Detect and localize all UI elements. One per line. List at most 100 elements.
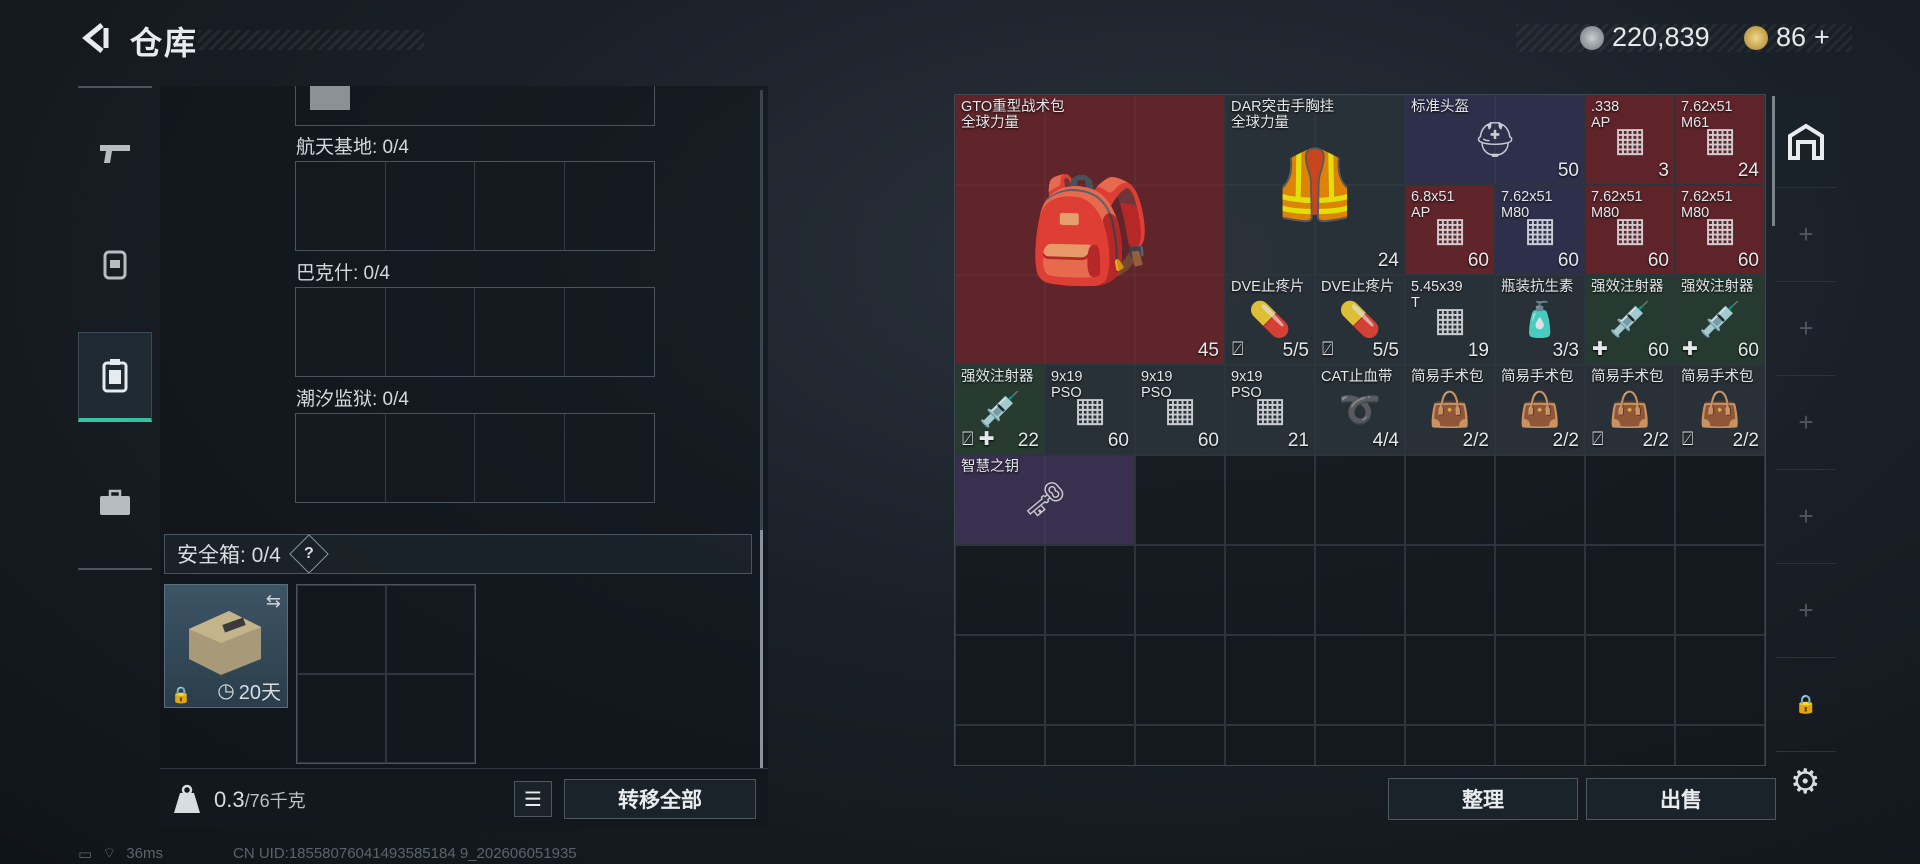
empty-slot[interactable] [1225,455,1315,545]
empty-slot[interactable] [1135,545,1225,635]
list-view-button[interactable]: ☰ [514,781,552,817]
stash-item[interactable]: 7.62x51 M61 ▦ 24 [1675,95,1765,185]
stash-page-add[interactable]: + [1776,282,1836,376]
empty-slot[interactable] [1495,455,1585,545]
empty-slot[interactable] [1585,455,1675,545]
empty-slot[interactable] [1585,545,1675,635]
stash-item[interactable]: 7.62x51 M80 ▦ 60 [1675,185,1765,275]
raid-slot-grid[interactable] [295,413,655,503]
empty-slot[interactable] [1765,635,1766,725]
empty-slot[interactable] [1495,725,1585,765]
stash-page-add[interactable]: + [1776,564,1836,658]
empty-slot[interactable] [1765,95,1766,185]
stash-page-add[interactable]: + [1776,376,1836,470]
stash-item[interactable]: CAT止血带 ➰ 4/4 [1315,365,1405,455]
stash-item[interactable]: DVE止疼片 💊 5/5 ⍁ [1315,275,1405,365]
stash-item[interactable]: 强效注射器 💉 60 ✚ [1675,275,1765,365]
stash-item[interactable]: 强效注射器 💉 22 ⍁ ✚ [955,365,1045,455]
container-icon [102,358,128,392]
lock-icon: 🔒 [171,687,191,704]
stash-page-add[interactable]: + [1776,470,1836,564]
stash-scrollbar[interactable] [1772,96,1775,226]
stash-item[interactable]: 简易手术包 👜 2/2 ⍁ [1585,365,1675,455]
empty-slot[interactable] [1315,455,1405,545]
empty-slot[interactable] [1765,725,1766,766]
sort-button[interactable]: 整理 [1388,778,1578,820]
empty-slot[interactable] [1405,545,1495,635]
empty-slot[interactable] [1765,455,1766,545]
back-arrow-icon[interactable] [78,20,114,56]
empty-slot[interactable] [1675,545,1765,635]
transfer-all-button[interactable]: 转移全部 [564,779,756,819]
empty-slot[interactable] [1225,545,1315,635]
tab-stash-container[interactable] [78,332,152,422]
stash-item[interactable]: 5.45x39 T ▦ 19 [1405,275,1495,365]
empty-slot[interactable] [1045,545,1135,635]
empty-slot[interactable] [1225,725,1315,765]
safe-box-grid[interactable] [296,584,476,764]
stash-item[interactable]: 7.62x51 M80 ▦ 60 [1495,185,1585,275]
help-icon[interactable]: ? [289,534,329,574]
stash-item[interactable]: 9x19 PSO ▦ 60 [1045,365,1135,455]
empty-slot[interactable] [1495,635,1585,725]
empty-slot[interactable] [1135,725,1225,765]
stash-page-rail: + + + + + 🔒 [1776,94,1836,752]
stash-item[interactable]: 9x19 PSO ▦ 21 [1225,365,1315,455]
empty-slot[interactable] [1135,635,1225,725]
empty-slot[interactable] [1045,635,1135,725]
empty-slot[interactable] [1315,545,1405,635]
settings-gear-icon[interactable]: ⚙ [1790,762,1820,802]
safe-box-item[interactable]: ⇆ 🔒 ◷ 20天 [164,584,288,708]
stash-item[interactable]: 7.62x51 M80 ▦ 60 [1585,185,1675,275]
stash-item[interactable]: 简易手术包 👜 2/2 [1495,365,1585,455]
tab-weapons[interactable] [78,108,152,198]
stash-page-add[interactable]: + [1776,188,1836,282]
empty-slot[interactable] [1765,365,1766,455]
stash-item[interactable]: 智慧之钥 🗝 [955,455,1135,545]
sell-button[interactable]: 出售 [1586,778,1776,820]
stash-item[interactable]: 强效注射器 💉 60 ✚ [1585,275,1675,365]
empty-slot[interactable] [1765,275,1766,365]
empty-slot[interactable] [1045,725,1135,765]
empty-slot[interactable] [1675,635,1765,725]
add-premium-button[interactable]: + [1814,22,1830,53]
stash-item[interactable]: 简易手术包 👜 2/2 [1405,365,1495,455]
empty-slot[interactable] [1585,635,1675,725]
empty-slot[interactable] [1765,545,1766,635]
empty-slot[interactable] [1405,635,1495,725]
tab-cases[interactable] [78,458,152,548]
stash-item[interactable]: 6.8x51 AP ▦ 60 [1405,185,1495,275]
stash-item[interactable]: .338 AP ▦ 3 [1585,95,1675,185]
raid-slot-grid[interactable] [295,161,655,251]
stash-item[interactable]: DAR突击手胸挂 全球力量 🦺 24 [1225,95,1405,275]
empty-slot[interactable] [1675,455,1765,545]
stash-item[interactable]: DVE止疼片 💊 5/5 ⍁ [1225,275,1315,365]
empty-slot[interactable] [1675,725,1765,765]
item-count: 60 [1647,340,1669,361]
tab-gear[interactable] [78,218,152,308]
empty-slot[interactable] [1405,725,1495,765]
empty-slot[interactable] [955,635,1045,725]
empty-slot[interactable] [955,725,1045,765]
empty-slot[interactable] [1135,455,1225,545]
raid-slot-grid[interactable] [295,287,655,377]
empty-slot[interactable] [1315,725,1405,765]
stash-item[interactable]: 9x19 PSO ▦ 60 [1135,365,1225,455]
stash-item[interactable]: GTO重型战术包 全球力量 🎒 45 [955,95,1225,365]
stash-item[interactable]: 简易手术包 👜 2/2 ⍁ [1675,365,1765,455]
item-thumbnail[interactable] [310,86,350,110]
empty-slot[interactable] [1495,545,1585,635]
swap-icon[interactable]: ⇆ [266,591,281,612]
empty-slot[interactable] [1765,185,1766,275]
premium-balance[interactable]: 86 + [1744,22,1830,53]
empty-slot[interactable] [955,545,1045,635]
stash-item[interactable]: 瓶装抗生素 🧴 3/3 [1495,275,1585,365]
empty-slot[interactable] [1585,725,1675,765]
empty-slot[interactable] [1405,455,1495,545]
empty-slot[interactable] [1225,635,1315,725]
stash-page-main[interactable] [1776,94,1836,188]
stash-item[interactable]: 标准头盔 ⛑ 50 [1405,95,1585,185]
empty-slot[interactable] [1315,635,1405,725]
stash-grid[interactable]: GTO重型战术包 全球力量 🎒 45 DAR突击手胸挂 全球力量 🦺 24 标准头盔 ⛑ 50.33… [954,94,1766,766]
left-scrollbar-thumb[interactable] [760,530,763,770]
